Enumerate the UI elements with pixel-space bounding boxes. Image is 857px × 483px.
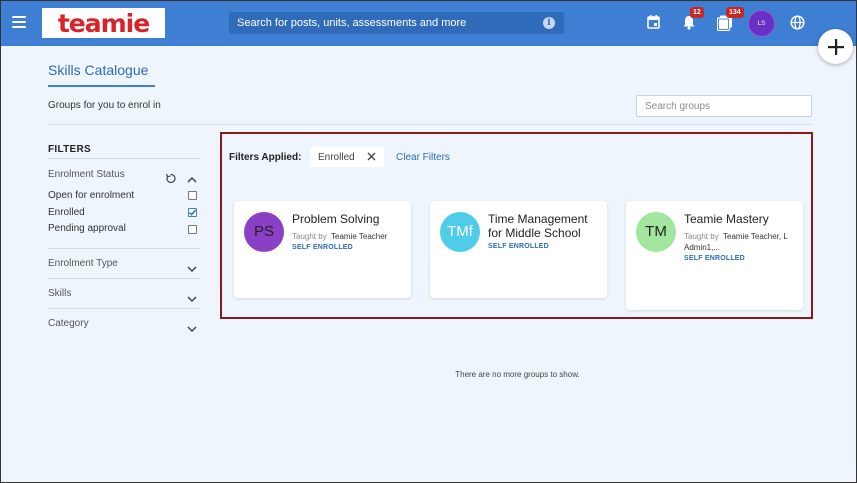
divider — [48, 248, 200, 249]
divider — [48, 158, 200, 159]
plus-icon — [827, 38, 844, 55]
global-search[interactable]: Search for posts, units, assessments and… — [229, 12, 564, 34]
top-header: teamie Search for posts, units, assessme… — [0, 0, 857, 46]
check-icon — [188, 209, 197, 216]
taught-by-label: Taught by — [292, 232, 327, 241]
info-icon[interactable]: i — [543, 17, 555, 29]
checkbox-enrolled[interactable] — [188, 208, 197, 217]
group-teacher: Taught by Teamie Teacher — [292, 231, 407, 242]
chevron-down-icon[interactable] — [187, 290, 197, 308]
menu-icon[interactable] — [12, 16, 26, 28]
page-subtitle: Groups for you to enrol in — [48, 100, 161, 111]
no-more-groups-message: There are no more groups to show. — [455, 370, 580, 379]
filters-heading: FILTERS — [48, 144, 92, 155]
group-card[interactable]: TMf Time Management for Middle School SE… — [430, 201, 607, 298]
filter-option-pending: Pending approval — [48, 223, 126, 234]
search-groups-input[interactable] — [636, 95, 812, 117]
group-teacher: Taught by Teamie Teacher, L Admin1,... — [684, 231, 799, 253]
close-icon[interactable] — [367, 152, 376, 164]
chevron-up-icon[interactable] — [187, 170, 197, 188]
skills-filter[interactable]: Skills — [48, 288, 71, 299]
category-filter[interactable]: Category — [48, 318, 89, 329]
reset-icon[interactable] — [165, 171, 176, 189]
search-placeholder: Search for posts, units, assessments and… — [237, 17, 467, 29]
status-badge: SELF ENROLLED — [488, 243, 549, 250]
bell-icon[interactable] — [682, 15, 696, 35]
status-badge: SELF ENROLLED — [292, 244, 353, 251]
filter-option-open: Open for enrolment — [48, 190, 135, 201]
status-badge: SELF ENROLLED — [684, 255, 745, 262]
user-avatar[interactable]: LS — [748, 10, 775, 37]
group-card[interactable]: TM Teamie Mastery Taught by Teamie Teach… — [626, 201, 803, 310]
title-underline — [48, 85, 155, 87]
taught-by-label: Taught by — [684, 232, 719, 241]
filter-option-enrolled: Enrolled — [48, 207, 85, 218]
enrolment-type-filter[interactable]: Enrolment Type — [48, 258, 118, 269]
checkbox-pending-approval[interactable] — [188, 225, 197, 234]
chevron-down-icon[interactable] — [187, 260, 197, 278]
filter-chip-enrolled: Enrolled — [310, 147, 384, 167]
messages-badge: 134 — [726, 7, 744, 18]
enrolment-status-label[interactable]: Enrolment Status — [48, 169, 125, 180]
logo[interactable]: teamie — [42, 8, 165, 38]
notifications-badge: 12 — [690, 7, 704, 18]
divider — [48, 124, 812, 125]
globe-icon[interactable] — [790, 15, 805, 35]
checkbox-open-for-enrolment[interactable] — [188, 191, 197, 200]
chip-label: Enrolled — [318, 151, 355, 163]
library-icon[interactable] — [716, 15, 733, 36]
group-name: Time Management for Middle School — [488, 212, 588, 240]
clear-filters-link[interactable]: Clear Filters — [396, 152, 450, 163]
divider — [48, 308, 200, 309]
filters-applied-label: Filters Applied: — [229, 152, 302, 163]
logo-text: teamie — [57, 8, 150, 38]
divider — [48, 278, 200, 279]
group-avatar: TM — [636, 212, 676, 252]
teacher-name: Teamie Teacher — [331, 232, 388, 241]
group-name: Problem Solving — [292, 212, 380, 226]
group-avatar: PS — [244, 212, 284, 252]
calendar-icon[interactable] — [647, 15, 660, 34]
create-button[interactable] — [818, 29, 853, 64]
group-name: Teamie Mastery — [684, 212, 769, 226]
group-card[interactable]: PS Problem Solving Taught by Teamie Teac… — [234, 201, 411, 298]
page-title: Skills Catalogue — [48, 62, 149, 78]
group-avatar: TMf — [440, 212, 480, 252]
chevron-down-icon[interactable] — [187, 320, 197, 338]
